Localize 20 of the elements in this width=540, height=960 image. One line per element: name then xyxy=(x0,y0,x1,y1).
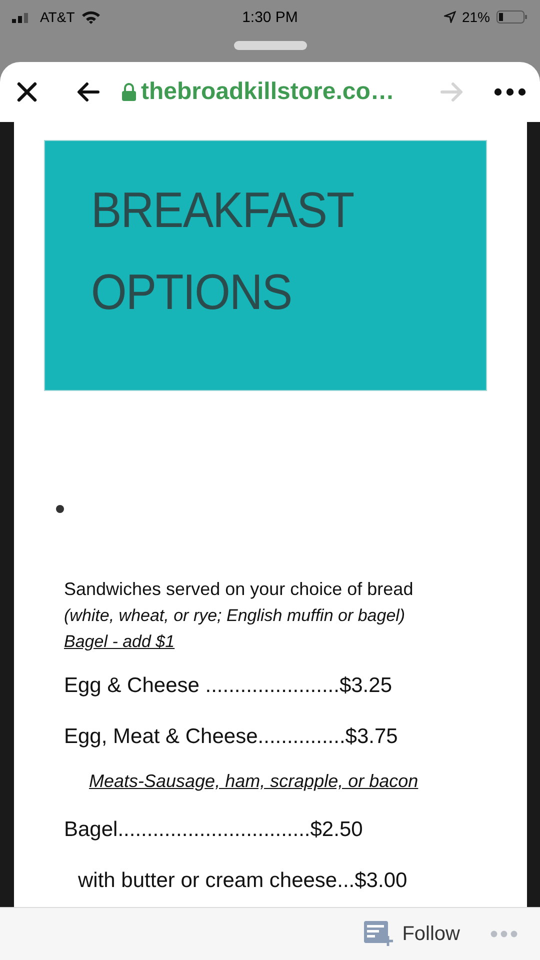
more-icon[interactable] xyxy=(494,88,526,96)
menu-note: (white, wheat, or rye; English muffin or bagel) xyxy=(64,605,406,627)
location-arrow-icon xyxy=(444,11,456,23)
banner-heading: BREAKFAST xyxy=(91,183,355,237)
close-icon[interactable] xyxy=(16,81,38,103)
wifi-icon xyxy=(80,10,101,24)
follow-icon xyxy=(364,921,394,947)
menu-note: Meats-Sausage, ham, scrapple, or bacon xyxy=(89,770,418,793)
bullet-point xyxy=(56,505,64,513)
carrier-name: AT&T xyxy=(40,9,75,25)
clock-time: 1:30 PM xyxy=(242,8,298,26)
banner-heading: OPTIONS xyxy=(91,265,293,319)
battery-percentage: 21% xyxy=(462,9,490,25)
menu-note: Sandwiches served on your choice of bread xyxy=(64,578,414,601)
battery-icon xyxy=(496,10,528,24)
menu-note: Bagel - add $1 xyxy=(64,631,175,653)
lock-icon xyxy=(122,83,136,101)
sheet-handle[interactable] xyxy=(234,41,307,50)
back-arrow-icon[interactable] xyxy=(76,82,100,102)
follow-button[interactable]: Follow xyxy=(364,921,460,947)
